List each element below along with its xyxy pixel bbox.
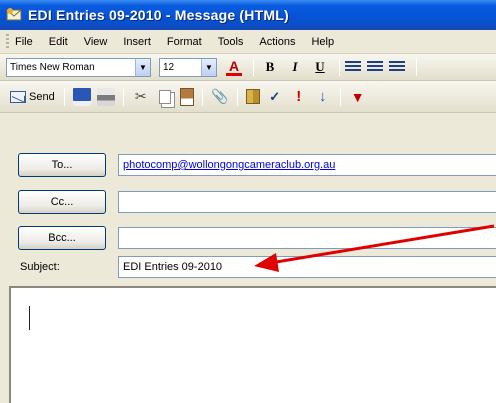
font-name-select[interactable]: Times New Roman ▼	[6, 57, 151, 77]
menu-format[interactable]: Format	[167, 36, 202, 48]
toolbar-separator	[339, 87, 341, 106]
menu-view[interactable]: View	[84, 36, 108, 48]
menu-insert[interactable]: Insert	[123, 36, 151, 48]
align-center-icon[interactable]	[367, 61, 383, 73]
standard-toolbar: Send ✂ 📎 ✓ ! ↓ ▼	[0, 81, 496, 113]
to-button[interactable]: To...	[18, 153, 106, 177]
toolbar-separator	[253, 58, 254, 76]
subject-label: Subject:	[20, 261, 60, 273]
underline-button[interactable]: U	[309, 57, 331, 77]
toolbar-separator	[339, 58, 340, 76]
font-size-select[interactable]: 12 ▼	[159, 57, 217, 77]
send-button[interactable]: Send	[6, 86, 59, 108]
font-name-value: Times New Roman	[10, 61, 95, 73]
check-names-icon[interactable]: ✓	[266, 88, 284, 106]
formatting-toolbar: Times New Roman ▼ 12 ▼ A B I U	[0, 54, 496, 81]
paste-icon[interactable]	[179, 87, 194, 106]
send-label: Send	[29, 90, 55, 103]
menu-actions[interactable]: Actions	[259, 36, 295, 48]
print-icon[interactable]	[96, 87, 115, 106]
send-icon	[10, 90, 26, 103]
window-title: EDI Entries 09-2010 - Message (HTML)	[28, 7, 289, 23]
chevron-down-icon[interactable]: ▼	[201, 58, 216, 76]
align-right-icon[interactable]	[389, 61, 405, 73]
bold-button[interactable]: B	[259, 57, 281, 77]
font-color-icon: A	[228, 57, 240, 74]
toolbar-grip[interactable]	[6, 33, 9, 50]
copy-button[interactable]	[156, 88, 174, 106]
cut-icon[interactable]: ✂	[132, 88, 150, 106]
font-size-value: 12	[163, 61, 175, 73]
menu-tools[interactable]: Tools	[218, 36, 244, 48]
message-body-editor[interactable]	[9, 286, 496, 403]
menu-bar: File Edit View Insert Format Tools Actio…	[0, 30, 496, 54]
toolbar-separator	[201, 87, 203, 106]
attach-file-icon[interactable]: 📎	[211, 88, 229, 106]
save-icon[interactable]	[72, 87, 91, 106]
importance-high-icon[interactable]: !	[290, 88, 308, 106]
title-bar[interactable]: EDI Entries 09-2010 - Message (HTML)	[0, 0, 496, 30]
toolbar-separator	[122, 87, 124, 106]
menu-help[interactable]: Help	[311, 36, 334, 48]
cc-field[interactable]	[118, 191, 496, 213]
text-caret	[29, 306, 30, 330]
bcc-button[interactable]: Bcc...	[18, 226, 106, 250]
toolbar-separator	[236, 87, 238, 106]
toolbar-separator	[416, 58, 417, 76]
subject-field[interactable]: EDI Entries 09-2010	[118, 256, 496, 278]
subject-value: EDI Entries 09-2010	[123, 261, 223, 273]
bcc-field[interactable]	[118, 227, 496, 249]
align-left-icon[interactable]	[345, 61, 361, 73]
envelope-app-icon	[6, 8, 22, 21]
to-recipient[interactable]: photocomp@wollongongcameraclub.org.au	[123, 159, 335, 171]
cc-button[interactable]: Cc...	[18, 190, 106, 214]
menu-edit[interactable]: Edit	[49, 36, 68, 48]
font-color-button[interactable]: A	[223, 57, 245, 77]
font-color-swatch	[226, 72, 242, 76]
copy-icon	[158, 89, 171, 104]
menu-file[interactable]: File	[15, 36, 33, 48]
importance-low-icon[interactable]: ↓	[314, 88, 332, 106]
italic-button[interactable]: I	[284, 57, 306, 77]
chevron-down-icon[interactable]: ▼	[135, 58, 150, 76]
to-field[interactable]: photocomp@wollongongcameraclub.org.au	[118, 154, 496, 176]
message-header-area: To... photocomp@wollongongcameraclub.org…	[0, 113, 496, 282]
toolbar-separator	[63, 87, 65, 106]
follow-up-flag-icon[interactable]: ▼	[349, 88, 367, 106]
address-book-icon[interactable]	[245, 89, 260, 104]
